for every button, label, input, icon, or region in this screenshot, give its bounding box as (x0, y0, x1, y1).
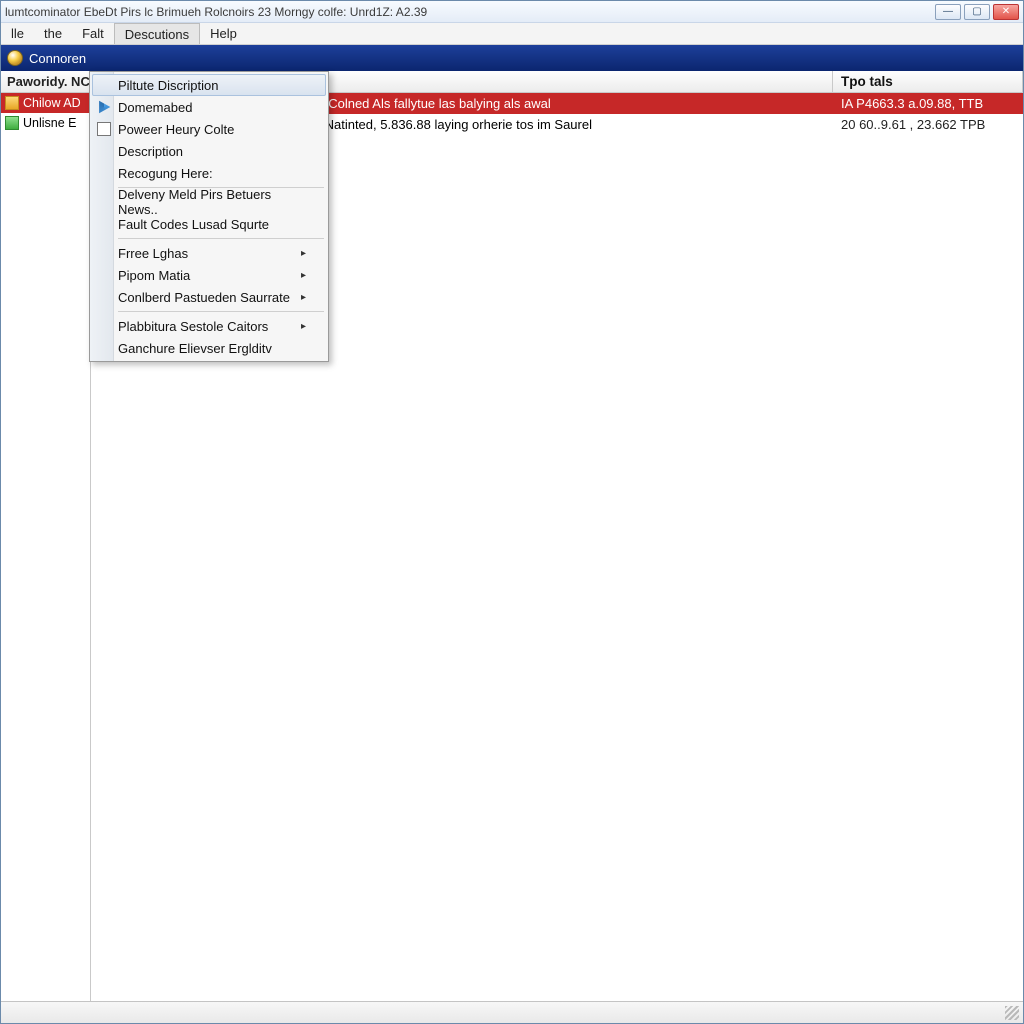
dropdown-menu: Piltute Discription Domemabed Poweer Heu… (89, 71, 329, 362)
left-row-label: Chilow AD (23, 96, 81, 110)
left-panel-header: Paworidy. NC (1, 71, 90, 93)
menu-descutions[interactable]: Descutions (114, 23, 200, 44)
content-area: Paworidy. NC Chilow AD Unlisne E Descrip… (1, 71, 1023, 1001)
menu-item-label: Conlberd Pastueden Saurrate (118, 290, 290, 305)
titlebar: lumtcominator EbeDt Pirs lc Brimueh Rolc… (1, 1, 1023, 23)
menu-item-label: Piltute Discription (118, 78, 218, 93)
window-title: lumtcominator EbeDt Pirs lc Brimueh Rolc… (5, 5, 935, 19)
maximize-button[interactable]: ▢ (964, 4, 990, 20)
menu-item-label: Description (118, 144, 183, 159)
menu-item-description[interactable]: Description (92, 140, 326, 162)
menu-file[interactable]: lle (1, 23, 34, 44)
menu-item-recogung-here[interactable]: Recogung Here: (92, 162, 326, 184)
submenu-arrow-icon: ▸ (301, 321, 306, 332)
menu-item-label: Ganchure Elievser Erglditv (118, 341, 272, 356)
menu-item-piltute-discription[interactable]: Piltute Discription (92, 74, 326, 96)
menu-the[interactable]: the (34, 23, 72, 44)
play-icon (97, 100, 111, 114)
menu-item-delveny-meld[interactable]: Delveny Meld Pirs Betuers News.. (92, 191, 326, 213)
banner: Connoren (1, 45, 1023, 71)
menu-item-domemabed[interactable]: Domemabed (92, 96, 326, 118)
menu-item-fault-codes[interactable]: Fault Codes Lusad Squrte (92, 213, 326, 235)
cell-totals: IA P4663.3 a.09.88, TTB (833, 96, 1023, 111)
menu-help[interactable]: Help (200, 23, 247, 44)
menu-item-frree-lghas[interactable]: Frree Lghas ▸ (92, 242, 326, 264)
left-panel: Paworidy. NC Chilow AD Unlisne E (1, 71, 91, 1001)
submenu-arrow-icon: ▸ (301, 248, 306, 259)
menu-item-poweer-heury-colte[interactable]: Poweer Heury Colte (92, 118, 326, 140)
box-icon (97, 122, 111, 136)
submenu-arrow-icon: ▸ (301, 292, 306, 303)
close-button[interactable]: ✕ (993, 4, 1019, 20)
menu-item-pipom-matia[interactable]: Pipom Matia ▸ (92, 264, 326, 286)
menu-item-label: Domemabed (118, 100, 192, 115)
left-panel-row[interactable]: Chilow AD (1, 93, 90, 113)
ok-icon (5, 116, 19, 130)
menu-item-label: Pipom Matia (118, 268, 190, 283)
submenu-arrow-icon: ▸ (301, 270, 306, 281)
menu-item-ganchure-elievser[interactable]: Ganchure Elievser Erglditv (92, 337, 326, 359)
menu-item-plabbitura-sestole[interactable]: Plabbitura Sestole Caitors ▸ (92, 315, 326, 337)
globe-icon (7, 50, 23, 66)
banner-label: Connoren (29, 51, 86, 66)
left-panel-row[interactable]: Unlisne E (1, 113, 90, 133)
col-header-totals[interactable]: Tpo tals (833, 71, 1023, 92)
menu-falt[interactable]: Falt (72, 23, 114, 44)
menubar: lle the Falt Descutions Help (1, 23, 1023, 45)
menu-item-label: Recogung Here: (118, 166, 213, 181)
menu-item-label: Plabbitura Sestole Caitors (118, 319, 268, 334)
menu-item-label: Fault Codes Lusad Squrte (118, 217, 269, 232)
menu-item-label: Poweer Heury Colte (118, 122, 234, 137)
app-window: lumtcominator EbeDt Pirs lc Brimueh Rolc… (0, 0, 1024, 1024)
resize-grip-icon[interactable] (1005, 1006, 1019, 1020)
menu-item-label: Frree Lghas (118, 246, 188, 261)
cell-totals: 20 60..9.61 , 23.662 TPB (833, 117, 1023, 132)
window-buttons: — ▢ ✕ (935, 4, 1019, 20)
warning-icon (5, 96, 19, 110)
menu-item-conlberd-pastueden[interactable]: Conlberd Pastueden Saurrate ▸ (92, 286, 326, 308)
menu-separator (118, 238, 324, 239)
menu-separator (118, 311, 324, 312)
minimize-button[interactable]: — (935, 4, 961, 20)
statusbar (1, 1001, 1023, 1023)
left-row-label: Unlisne E (23, 116, 77, 130)
